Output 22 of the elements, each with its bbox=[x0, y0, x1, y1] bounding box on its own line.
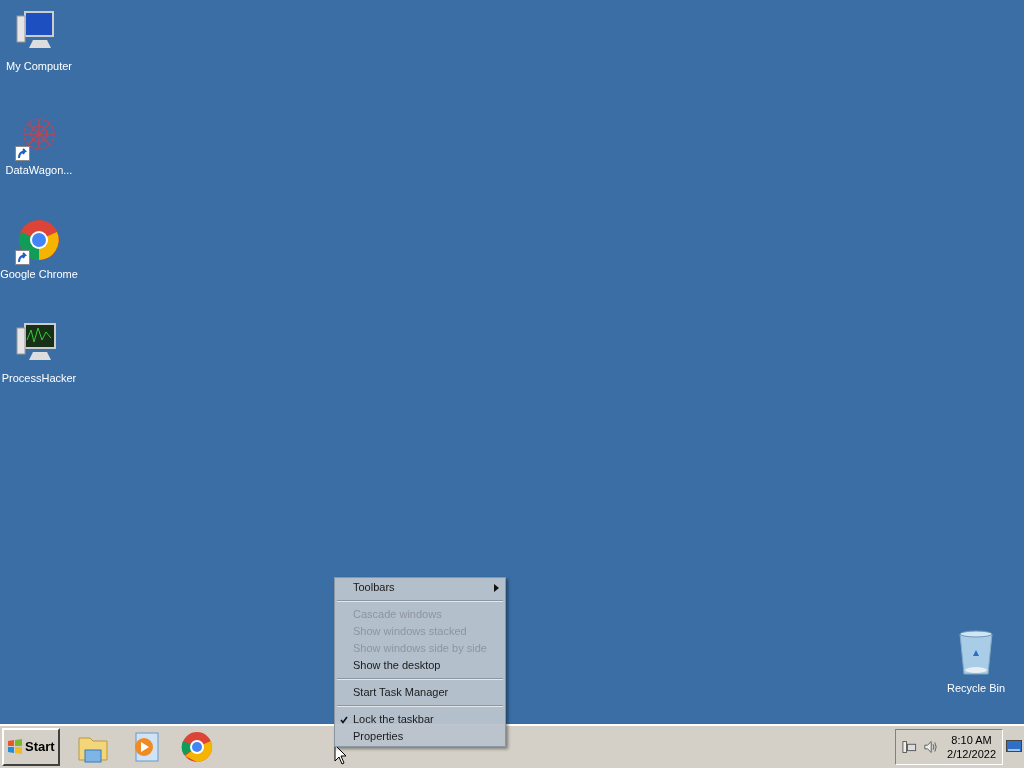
clock-time[interactable]: 8:10 AM bbox=[951, 733, 992, 747]
clock-date[interactable]: 2/12/2022 bbox=[947, 747, 996, 761]
show-desktop-icon[interactable] bbox=[1006, 740, 1022, 754]
network-icon[interactable] bbox=[902, 739, 917, 755]
icon-label: Google Chrome bbox=[0, 267, 78, 282]
icon-label: Recycle Bin bbox=[946, 681, 1006, 696]
mouse-pointer-icon bbox=[334, 744, 347, 765]
start-button[interactable]: Start bbox=[2, 728, 60, 766]
speaker-icon[interactable] bbox=[922, 739, 938, 755]
menu-item[interactable]: Show the desktop bbox=[335, 657, 505, 674]
recycle-bin-icon[interactable] bbox=[957, 630, 995, 676]
windows-logo-icon bbox=[7, 739, 23, 755]
icon-label: ProcessHacker bbox=[1, 371, 77, 386]
menu-item[interactable]: Start Task Manager bbox=[335, 684, 505, 701]
menu-item[interactable]: Toolbars bbox=[335, 579, 505, 596]
icon-label: DataWagon... bbox=[5, 163, 73, 178]
chrome-icon[interactable] bbox=[179, 730, 214, 764]
icon-label: My Computer bbox=[6, 59, 72, 74]
menu-item[interactable]: Properties bbox=[335, 728, 505, 745]
menu-item[interactable]: Lock the taskbar bbox=[335, 711, 505, 728]
submenu-arrow-icon bbox=[494, 583, 499, 592]
checkmark-icon bbox=[340, 716, 348, 724]
